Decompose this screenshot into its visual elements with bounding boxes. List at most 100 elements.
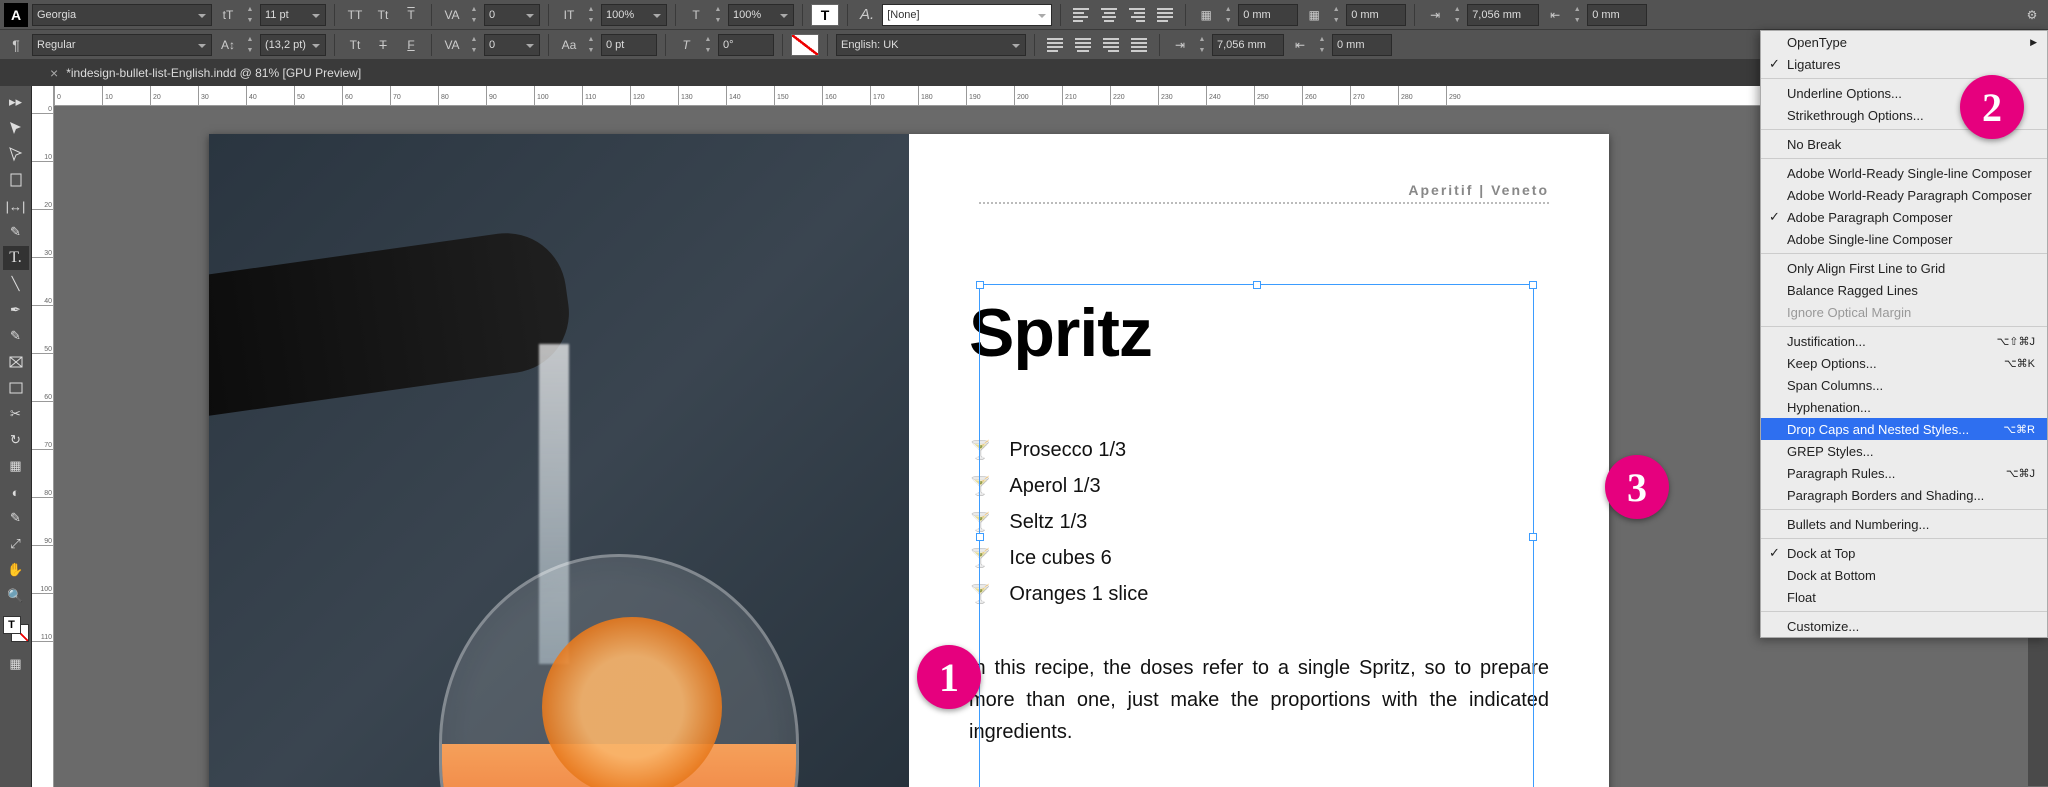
gradient-feather-tool[interactable]: ◐ [3, 480, 29, 504]
free-transform-tool[interactable]: ↻ [3, 428, 29, 452]
rectangle-frame-tool[interactable] [3, 350, 29, 374]
workspace: ▸▸ |↔| ✎ T. ╲ ✒ ✎ ✂ ↻ ▦ ◐ ✎ ⤢ ✋ 🔍 T ▦ 01… [0, 86, 2048, 787]
gradient-swatch-tool[interactable]: ▦ [3, 454, 29, 478]
menu-item[interactable]: Keep Options...⌥⌘K [1761, 352, 2047, 374]
first-indent-input[interactable]: 7,056 mm [1467, 4, 1539, 26]
menu-item[interactable]: GREP Styles... [1761, 440, 2047, 462]
underline-button[interactable]: F [399, 34, 423, 56]
menu-item[interactable]: Justification...⌥⇧⌘J [1761, 330, 2047, 352]
view-mode-toggle[interactable]: ▦ [3, 652, 29, 676]
note-tool[interactable]: ✎ [3, 506, 29, 530]
kerning-stepper[interactable]: ▲▼ [468, 4, 480, 26]
gap-tool[interactable]: |↔| [3, 194, 29, 218]
menu-item[interactable]: OpenType [1761, 31, 2047, 53]
right-indent-input[interactable]: 0 mm [1332, 34, 1392, 56]
eyedropper-tool[interactable]: ⤢ [3, 532, 29, 556]
leading-stepper[interactable]: ▲▼ [244, 34, 256, 56]
type-tool[interactable]: T. [3, 246, 29, 270]
strikethrough-button[interactable]: T [371, 34, 395, 56]
align-center-button[interactable] [1097, 4, 1121, 26]
space-before-stepper[interactable]: ▲▼ [1222, 4, 1234, 26]
skew-input[interactable]: 0° [718, 34, 774, 56]
menu-item[interactable]: Hyphenation... [1761, 396, 2047, 418]
menu-item[interactable]: Customize... [1761, 615, 2047, 637]
justify-center-button[interactable] [1071, 34, 1095, 56]
menu-item[interactable]: Adobe World-Ready Paragraph Composer [1761, 184, 2047, 206]
horiz-scale-stepper[interactable]: ▲▼ [712, 4, 724, 26]
canvas[interactable]: 0102030405060708090100110120130140150160… [54, 86, 2048, 787]
menu-item[interactable]: Only Align First Line to Grid [1761, 257, 2047, 279]
expand-icon[interactable]: ▸▸ [3, 90, 29, 114]
pencil-tool[interactable]: ✎ [3, 324, 29, 348]
align-right-button[interactable] [1125, 4, 1149, 26]
kerning-dropdown[interactable]: 0 [484, 4, 540, 26]
menu-item[interactable]: Adobe Single-line Composer [1761, 228, 2047, 250]
all-caps-button[interactable]: TT [343, 4, 367, 26]
char-style-dropdown[interactable]: [None] [882, 4, 1052, 26]
flyout-menu-button[interactable]: ⚙ [2020, 4, 2044, 26]
baseline-input[interactable]: 0 pt [601, 34, 657, 56]
selection-frame[interactable] [979, 284, 1534, 787]
line-tool[interactable]: ╲ [3, 272, 29, 296]
menu-item[interactable]: Paragraph Borders and Shading... [1761, 484, 2047, 506]
menu-item[interactable]: Balance Ragged Lines [1761, 279, 2047, 301]
left-indent-input[interactable]: 7,056 mm [1212, 34, 1284, 56]
document-tab-title[interactable]: *indesign-bullet-list-English.indd @ 81%… [66, 66, 361, 80]
fill-swatch[interactable] [811, 4, 839, 26]
char-style-value: [None] [887, 9, 919, 21]
font-family-dropdown[interactable]: Georgia [32, 4, 212, 26]
skew-stepper[interactable]: ▲▼ [702, 34, 714, 56]
leading-dropdown[interactable]: (13,2 pt) [260, 34, 326, 56]
right-indent-stepper[interactable]: ▲▼ [1316, 34, 1328, 56]
hand-tool[interactable]: ✋ [3, 558, 29, 582]
direct-selection-tool[interactable] [3, 142, 29, 166]
menu-item[interactable]: Adobe Paragraph Composer [1761, 206, 2047, 228]
language-dropdown[interactable]: English: UK [836, 34, 1026, 56]
justify-all-button[interactable] [1127, 34, 1151, 56]
justify-left-button[interactable] [1043, 34, 1067, 56]
menu-item[interactable]: Float [1761, 586, 2047, 608]
menu-item[interactable]: Paragraph Rules...⌥⌘J [1761, 462, 2047, 484]
first-indent-stepper[interactable]: ▲▼ [1451, 4, 1463, 26]
stroke-swatch[interactable] [791, 34, 819, 56]
menu-item[interactable]: Span Columns... [1761, 374, 2047, 396]
space-before-input[interactable]: 0 mm [1238, 4, 1298, 26]
page-tool[interactable] [3, 168, 29, 192]
menu-item[interactable]: Bullets and Numbering... [1761, 513, 2047, 535]
justify-button[interactable] [1153, 4, 1177, 26]
space-after-stepper[interactable]: ▲▼ [1330, 4, 1342, 26]
rectangle-tool[interactable] [3, 376, 29, 400]
subscript-button[interactable]: Tt [343, 34, 367, 56]
superscript-button[interactable]: T [399, 4, 423, 26]
last-indent-input[interactable]: 0 mm [1587, 4, 1647, 26]
tracking-dropdown[interactable]: 0 [484, 34, 540, 56]
font-size-stepper[interactable]: ▲▼ [244, 4, 256, 26]
justify-right-button[interactable] [1099, 34, 1123, 56]
horiz-scale-dropdown[interactable]: 100% [728, 4, 794, 26]
scissors-tool[interactable]: ✂ [3, 402, 29, 426]
menu-item[interactable]: Dock at Bottom [1761, 564, 2047, 586]
vert-scale-dropdown[interactable]: 100% [601, 4, 667, 26]
menu-item[interactable]: Ligatures [1761, 53, 2047, 75]
menu-item[interactable]: Adobe World-Ready Single-line Composer [1761, 162, 2047, 184]
left-indent-stepper[interactable]: ▲▼ [1196, 34, 1208, 56]
baseline-stepper[interactable]: ▲▼ [585, 34, 597, 56]
vert-scale-stepper[interactable]: ▲▼ [585, 4, 597, 26]
menu-item[interactable]: Drop Caps and Nested Styles...⌥⌘R [1761, 418, 2047, 440]
content-collector-tool[interactable]: ✎ [3, 220, 29, 244]
selection-tool[interactable] [3, 116, 29, 140]
character-formatting-icon[interactable]: A [4, 3, 28, 27]
tracking-stepper[interactable]: ▲▼ [468, 34, 480, 56]
fill-stroke-swatches[interactable]: T [3, 616, 29, 642]
font-weight-dropdown[interactable]: Regular [32, 34, 212, 56]
last-indent-stepper[interactable]: ▲▼ [1571, 4, 1583, 26]
zoom-tool[interactable]: 🔍 [3, 584, 29, 608]
font-size-dropdown[interactable]: 11 pt [260, 4, 326, 26]
align-left-button[interactable] [1069, 4, 1093, 26]
space-after-input[interactable]: 0 mm [1346, 4, 1406, 26]
paragraph-formatting-icon[interactable]: ¶ [4, 35, 28, 55]
close-tab-button[interactable]: × [50, 65, 58, 81]
pen-tool[interactable]: ✒ [3, 298, 29, 322]
small-caps-button[interactable]: Tt [371, 4, 395, 26]
menu-item[interactable]: Dock at Top [1761, 542, 2047, 564]
